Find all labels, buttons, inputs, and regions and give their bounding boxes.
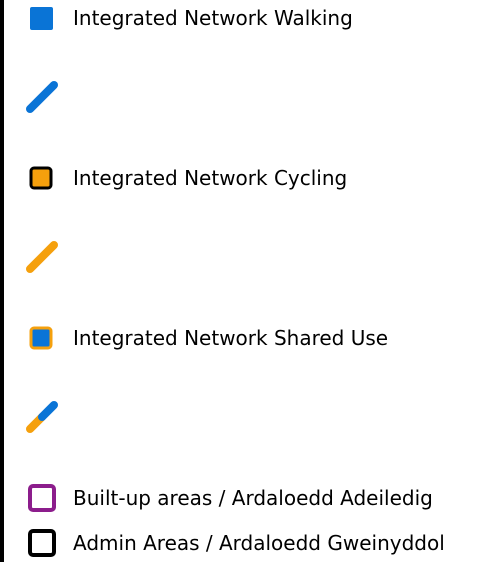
built-up-areas-square-icon: [24, 481, 60, 515]
legend-left-border: [0, 0, 4, 562]
cycling-line-icon: [24, 240, 60, 274]
cycling-square-icon: [24, 161, 60, 195]
legend-label-cycling: Integrated Network Cycling: [73, 166, 348, 190]
walking-line-icon: [24, 80, 60, 114]
legend-label-walking: Integrated Network Walking: [73, 6, 353, 30]
walking-square-icon: [24, 1, 60, 35]
legend-label-shared-use: Integrated Network Shared Use: [73, 326, 389, 350]
admin-areas-square-icon: [24, 526, 60, 560]
shared-use-line-icon: [24, 400, 60, 434]
legend-label-admin-areas: Admin Areas / Ardaloedd Gweinyddol: [73, 531, 445, 555]
map-legend: Integrated Network Walking Integrated Ne…: [0, 0, 477, 562]
legend-label-built-up-areas: Built-up areas / Ardaloedd Adeiledig: [73, 486, 433, 510]
shared-use-square-icon: [24, 321, 60, 355]
